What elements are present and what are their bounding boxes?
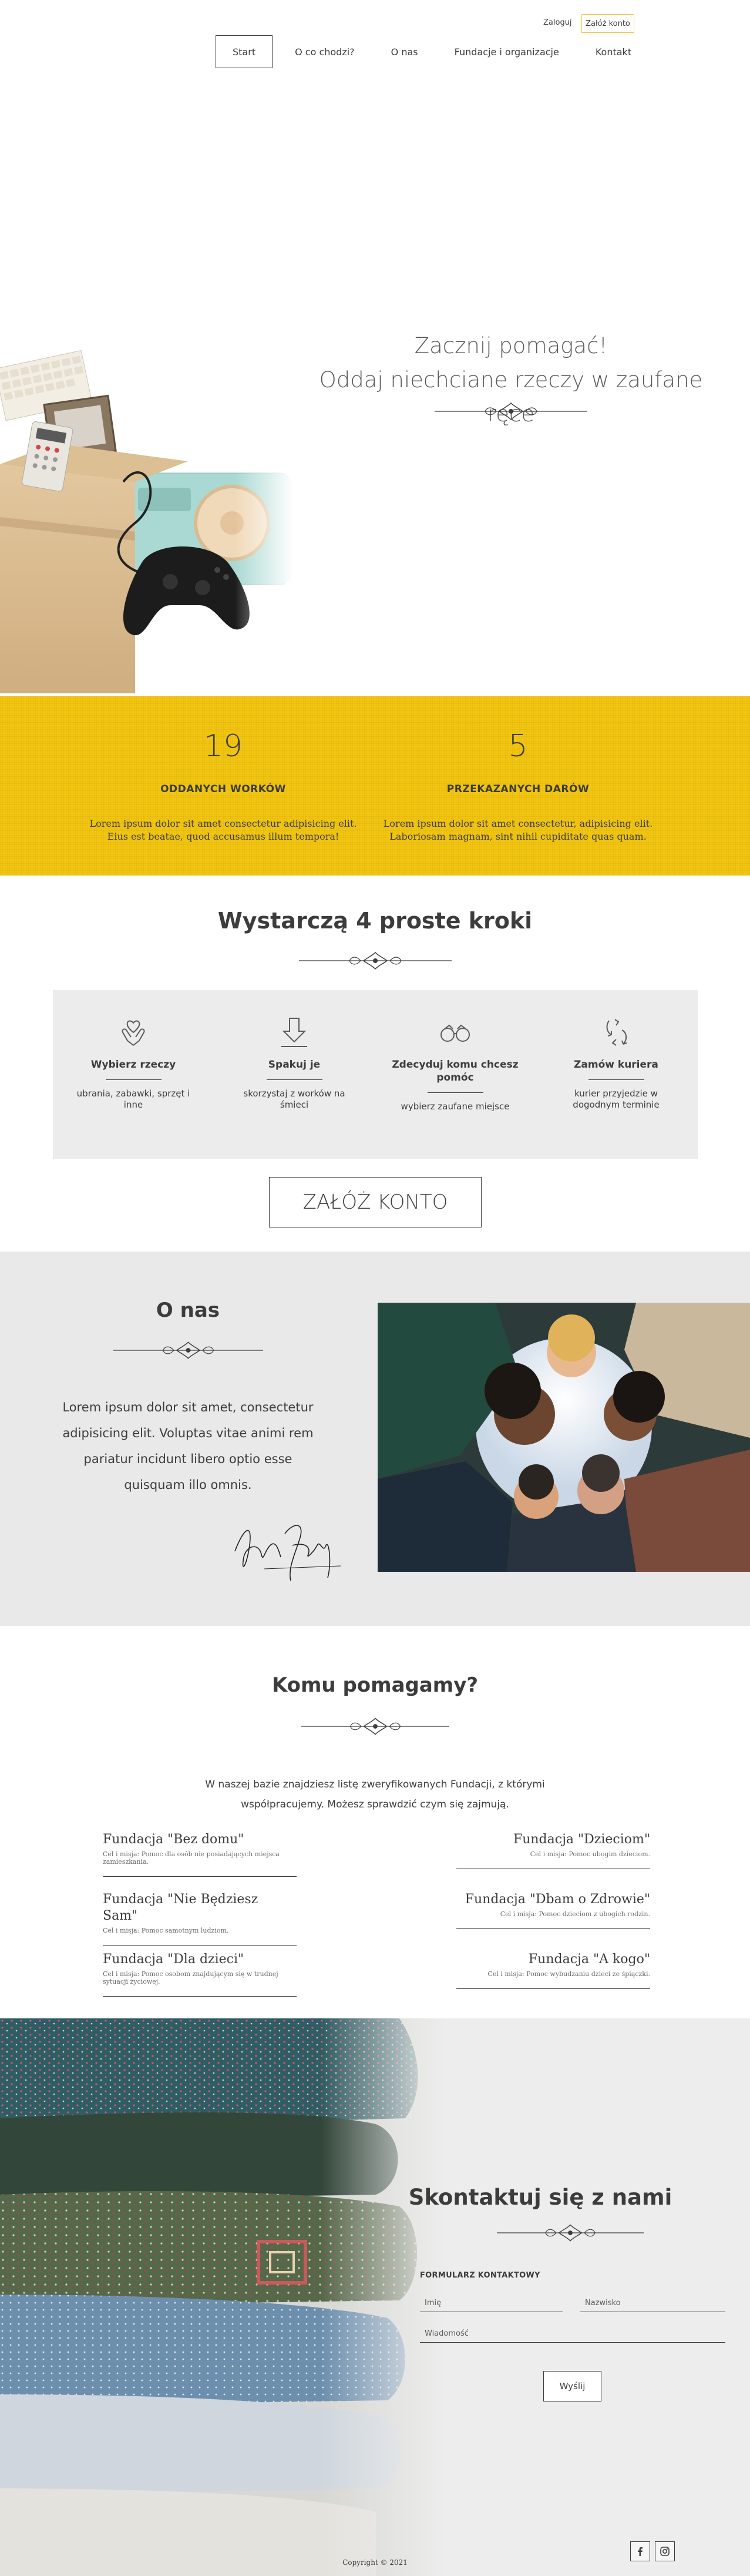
step-courier: Zamów kuriera kurier przyjedzie w dogodn… xyxy=(536,990,697,1111)
foundation-item[interactable]: Fundacja "Dla dzieci" Cel i misja: Pomoc… xyxy=(103,1951,297,1997)
stat-bags: 19 ODDANYCH WORKÓW Lorem ipsum dolor sit… xyxy=(76,696,370,843)
signature-image xyxy=(234,1525,341,1581)
surname-field[interactable] xyxy=(580,2295,725,2312)
stat-description: Lorem ipsum dolor sit amet consectetur, … xyxy=(371,817,665,843)
ornament-divider-icon xyxy=(299,951,452,970)
send-button[interactable]: Wyślij xyxy=(543,2371,601,2401)
foundation-mission: Cel i misja: Pomoc dzieciom z ubogich ro… xyxy=(500,1910,650,1918)
contact-form-label: FORMULARZ KONTAKTOWY xyxy=(420,2271,540,2280)
foundation-name: Fundacja "Dzieciom" xyxy=(513,1832,650,1847)
nav-item-about-idea[interactable]: O co chodzi? xyxy=(281,35,369,68)
foundation-name: Fundacja "Dbam o Zdrowie" xyxy=(465,1892,650,1907)
help-intro: W naszej bazie znajdziesz listę zweryfik… xyxy=(176,1775,574,1814)
register-button[interactable]: Załóż konto xyxy=(581,14,634,33)
about-section: O nas Lorem ipsum dolor sit amet, consec… xyxy=(0,1252,750,1626)
step-description: wybierz zaufane miejsce xyxy=(401,1101,510,1112)
about-description: Lorem ipsum dolor sit amet, consectetur … xyxy=(62,1400,314,1492)
help-intro-line: W naszej bazie znajdziesz listę zweryfik… xyxy=(205,1779,545,1790)
foundation-divider xyxy=(456,1928,650,1929)
main-nav: Start O co chodzi? O nas Fundacje i orga… xyxy=(216,35,654,68)
stat-description-line: Lorem ipsum dolor sit amet consectetur, … xyxy=(383,818,653,829)
steps-panel: Wybierz rzeczy ubrania, zabawki, sprzęt … xyxy=(53,990,698,1159)
name-field[interactable] xyxy=(420,2295,563,2312)
binoculars-icon xyxy=(440,1024,470,1042)
step-title: Zdecyduj komu chcesz pomóc xyxy=(392,1059,519,1084)
foundation-item[interactable]: Fundacja "Dzieciom" Cel i misja: Pomoc u… xyxy=(456,1832,650,1869)
facebook-icon[interactable] xyxy=(630,2541,650,2561)
foundation-divider xyxy=(103,1945,297,1946)
create-account-button[interactable]: ZAŁÓŻ KONTO xyxy=(269,1177,482,1227)
login-link[interactable]: Zaloguj xyxy=(543,18,572,27)
ornament-divider-icon xyxy=(113,1341,263,1359)
hands-heart-icon xyxy=(122,1020,145,1046)
nav-item-foundations[interactable]: Fundacje i organizacje xyxy=(440,35,573,68)
step-description: kurier przyjedzie w dogodnym terminie xyxy=(573,1088,660,1110)
foundation-divider xyxy=(103,1996,297,1997)
foundation-divider xyxy=(456,1988,650,1989)
foundation-item[interactable]: Fundacja "Nie Będziesz Sam" Cel i misja:… xyxy=(103,1891,297,1946)
stat-gifts: 5 PRZEKAZANYCH DARÓW Lorem ipsum dolor s… xyxy=(371,696,665,843)
foundation-divider xyxy=(103,1876,297,1877)
step-divider xyxy=(266,1079,322,1080)
recycle-arrows-icon xyxy=(606,1019,627,1046)
foundation-mission: Cel i misja: Pomoc osobom znajdującym si… xyxy=(103,1970,278,1985)
sweaters-image xyxy=(0,2018,446,2576)
step-divider xyxy=(588,1079,644,1080)
donation-box-image xyxy=(0,347,294,693)
foundation-mission: Cel i misja: Pomoc ubogim dzieciom. xyxy=(530,1850,650,1858)
nav-item-start[interactable]: Start xyxy=(216,35,273,68)
stat-number: 19 xyxy=(203,729,243,764)
foundation-name: Fundacja "A kogo" xyxy=(528,1952,650,1967)
foundation-item[interactable]: Fundacja "Bez domu" Cel i misja: Pomoc d… xyxy=(103,1832,297,1877)
help-heading: Komu pomagamy? xyxy=(271,1673,479,1697)
step-pack: Spakuj je skorzystaj z worków na śmieci xyxy=(214,990,375,1111)
stat-number: 5 xyxy=(508,729,528,764)
foundation-mission: Cel i misja: Pomoc dla osób nie posiadaj… xyxy=(103,1850,280,1866)
foundation-mission: Cel i misja: Pomoc wybudzaniu dzieci ze … xyxy=(487,1970,650,1978)
hero-line-1: Zacznij pomagać! xyxy=(414,333,608,358)
step-title: Wybierz rzeczy xyxy=(90,1059,176,1071)
foundation-name: Fundacja "Nie Będziesz Sam" xyxy=(103,1892,258,1923)
step-divider xyxy=(427,1092,483,1093)
steps-heading: Wystarczą 4 proste kroki xyxy=(217,908,533,934)
help-intro-line: współpracujemy. Możesz sprawdzić czym si… xyxy=(241,1799,509,1810)
step-choose-items: Wybierz rzeczy ubrania, zabawki, sprzęt … xyxy=(53,990,214,1111)
foundation-item[interactable]: Fundacja "A kogo" Cel i misja: Pomoc wyb… xyxy=(456,1951,650,1989)
foundation-name: Fundacja "Dla dzieci" xyxy=(103,1952,244,1967)
step-title: Spakuj je xyxy=(268,1059,321,1071)
message-field[interactable] xyxy=(420,2325,725,2343)
step-decide: Zdecyduj komu chcesz pomóc wybierz zaufa… xyxy=(375,990,536,1112)
nav-item-contact[interactable]: Kontakt xyxy=(581,35,645,68)
ornament-divider-icon xyxy=(301,1718,449,1735)
download-arrow-icon xyxy=(281,1018,307,1047)
stats-section: 19 ODDANYCH WORKÓW Lorem ipsum dolor sit… xyxy=(0,696,750,876)
stat-label: PRZEKAZANYCH DARÓW xyxy=(446,783,590,795)
nav-item-about-us[interactable]: O nas xyxy=(377,35,432,68)
ornament-divider-icon xyxy=(497,2224,644,2242)
step-title: Zamów kuriera xyxy=(574,1059,658,1071)
foundation-name: Fundacja "Bez domu" xyxy=(103,1832,244,1847)
contact-heading: Skontaktuj się z nami xyxy=(408,2185,672,2210)
team-photo xyxy=(378,1303,750,1572)
instagram-icon[interactable] xyxy=(655,2541,675,2561)
stat-description: Lorem ipsum dolor sit amet consectetur a… xyxy=(76,817,370,843)
stat-label: ODDANYCH WORKÓW xyxy=(160,783,286,795)
step-divider xyxy=(105,1079,162,1080)
about-heading: O nas xyxy=(156,1299,220,1322)
foundation-item[interactable]: Fundacja "Dbam o Zdrowie" Cel i misja: P… xyxy=(456,1891,650,1929)
stat-description-line: Lorem ipsum dolor sit amet consectetur a… xyxy=(89,818,357,829)
step-description: ubrania, zabawki, sprzęt i inne xyxy=(76,1088,190,1110)
ornament-divider-icon xyxy=(435,402,587,421)
stat-description-line: Laboriosam magnam, sint nihil cupiditate… xyxy=(389,831,647,842)
contact-section: Skontaktuj się z nami FORMULARZ KONTAKTO… xyxy=(0,2018,750,2576)
step-description: skorzystaj z worków na śmieci xyxy=(243,1088,345,1110)
foundation-mission: Cel i misja: Pomoc samotnym ludziom. xyxy=(103,1927,229,1934)
stat-description-line: Eius est beatae, quod accusamus illum te… xyxy=(107,831,339,842)
